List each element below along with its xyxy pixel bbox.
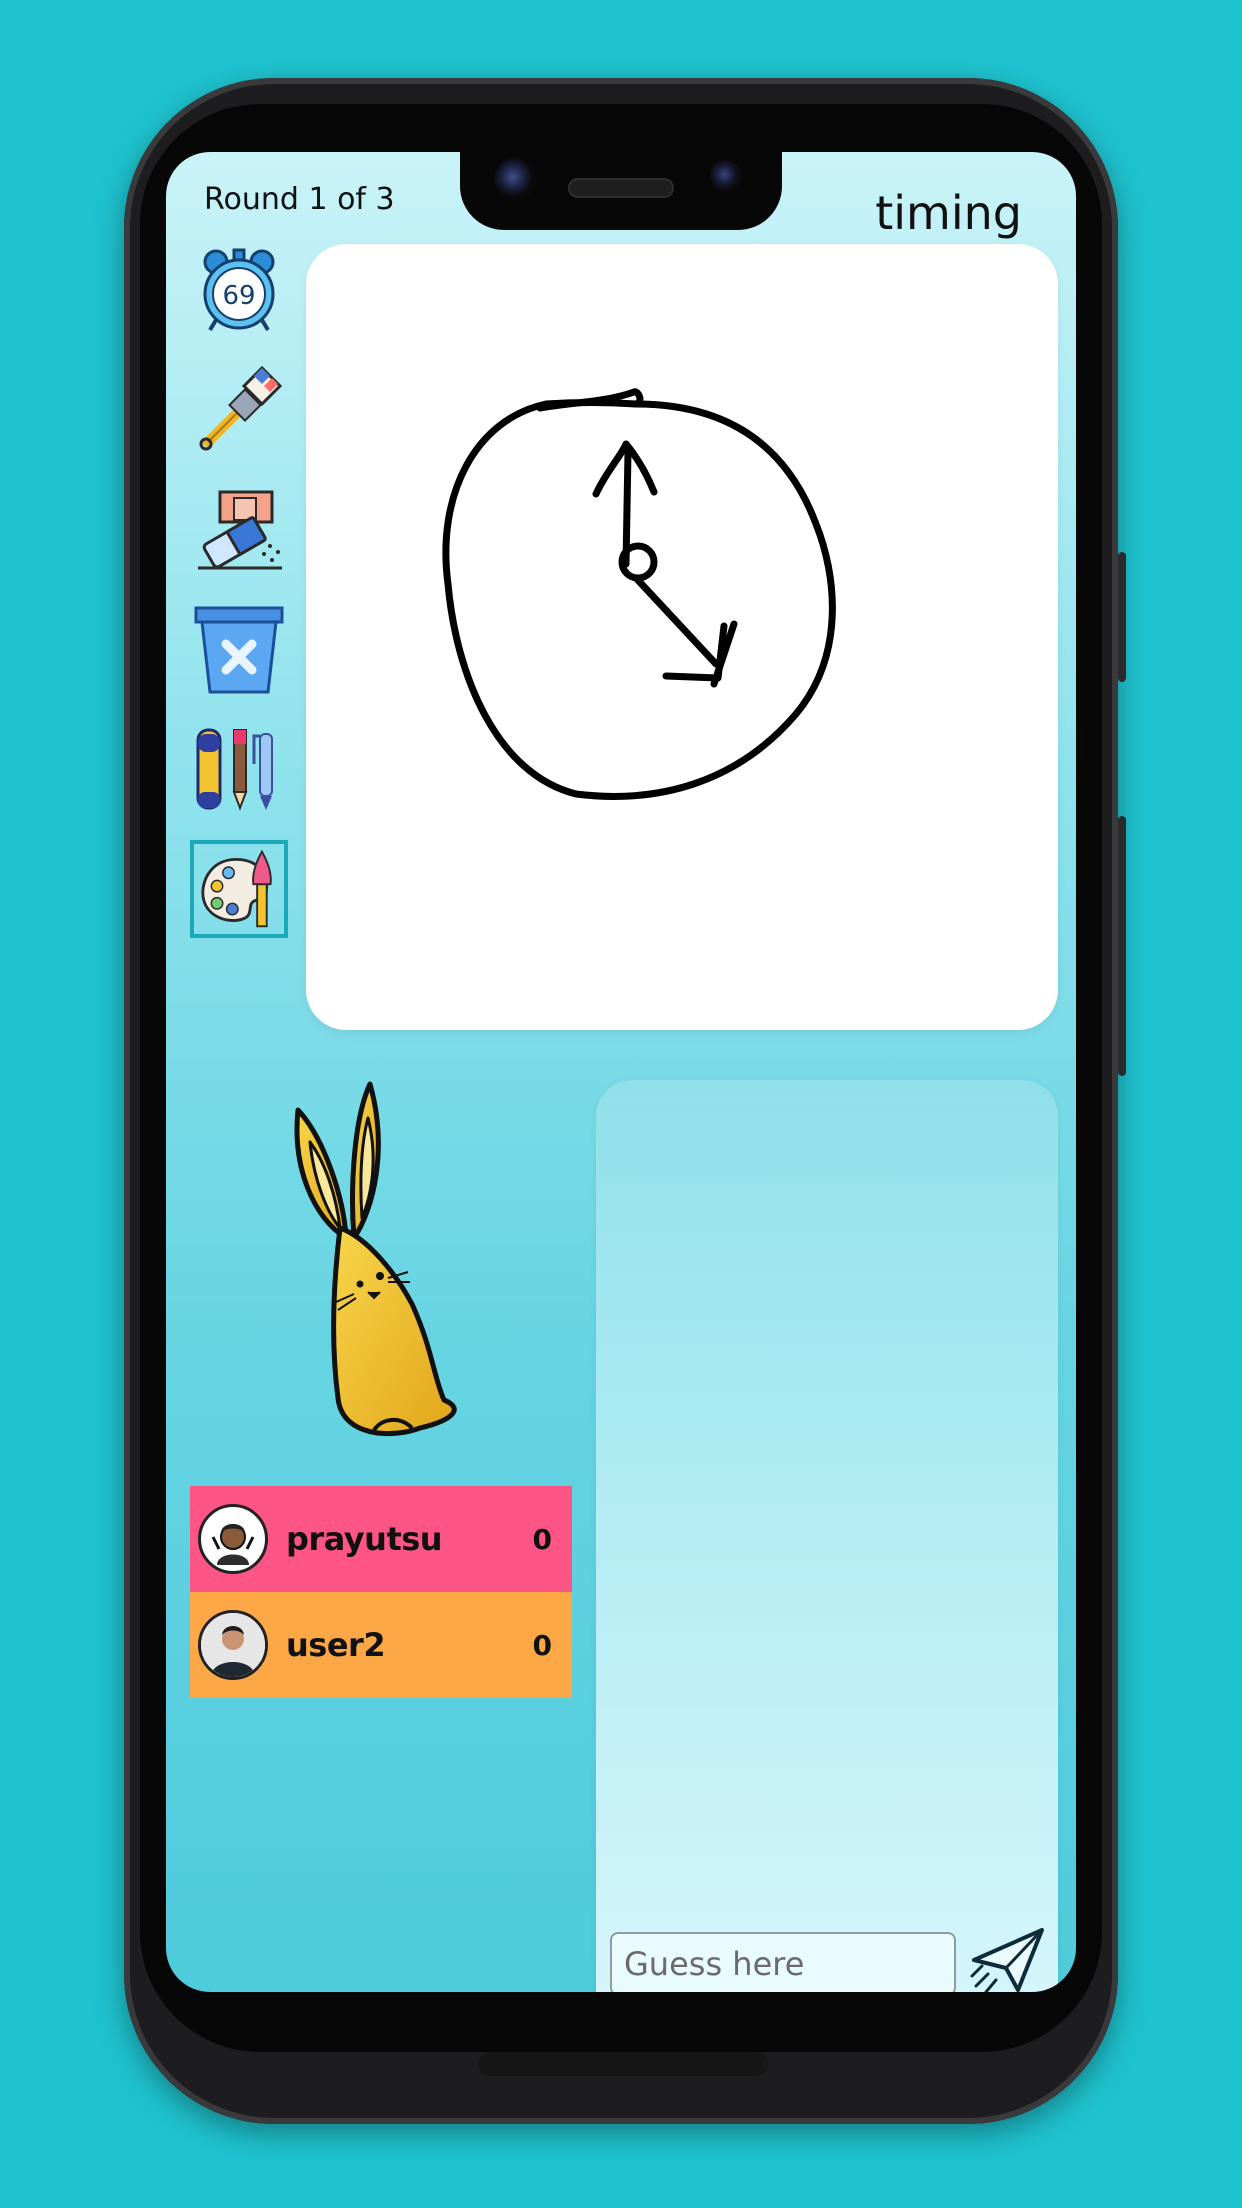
earpiece-speaker — [568, 178, 674, 198]
avatar-photo-icon — [201, 1613, 265, 1677]
front-sensor — [710, 160, 742, 192]
eraser-icon — [198, 490, 282, 570]
home-indicator — [478, 2052, 768, 2076]
trash-icon — [194, 606, 284, 694]
avatar-cartoon-icon — [211, 1524, 255, 1565]
pen-size-tool[interactable] — [194, 724, 284, 814]
round-indicator: Round 1 of 3 — [204, 182, 395, 217]
guess-input[interactable] — [610, 1932, 956, 1992]
send-button[interactable] — [970, 1926, 1046, 1992]
brush-icon — [199, 365, 283, 451]
player-list: prayutsu 0 user2 0 — [190, 1486, 572, 1698]
app-screen: Round 1 of 3 timing 69 prayutsu 0 user2 … — [166, 152, 1076, 1992]
player-name: prayutsu — [286, 1520, 443, 1558]
timer: 69 — [194, 244, 284, 334]
clock-drawing — [442, 388, 836, 800]
drawing-canvas[interactable] — [306, 244, 1058, 1030]
clear-canvas-button[interactable] — [194, 604, 284, 694]
rabbit-mascot-illustration — [294, 1081, 457, 1436]
pens-icon — [196, 728, 273, 811]
target-word: timing — [875, 186, 1022, 240]
player-score: 0 — [532, 1628, 552, 1662]
color-palette-tool[interactable] — [190, 840, 288, 938]
player-name: user2 — [286, 1626, 386, 1664]
player-avatar — [198, 1610, 268, 1680]
player-avatar — [198, 1504, 268, 1574]
timer-icon: 69 — [203, 248, 275, 332]
palette-icon — [201, 849, 272, 928]
player-row: user2 0 — [190, 1592, 572, 1698]
brush-tool[interactable] — [194, 364, 284, 454]
chat-messages-panel[interactable] — [596, 1080, 1058, 1992]
volume-button — [1118, 816, 1126, 1076]
send-icon — [970, 1928, 1044, 1992]
svg-text:69: 69 — [222, 281, 255, 311]
eraser-tool[interactable] — [194, 484, 284, 574]
player-row: prayutsu 0 — [190, 1486, 572, 1592]
front-camera — [494, 158, 536, 200]
player-score: 0 — [532, 1522, 552, 1556]
power-button — [1118, 552, 1126, 682]
